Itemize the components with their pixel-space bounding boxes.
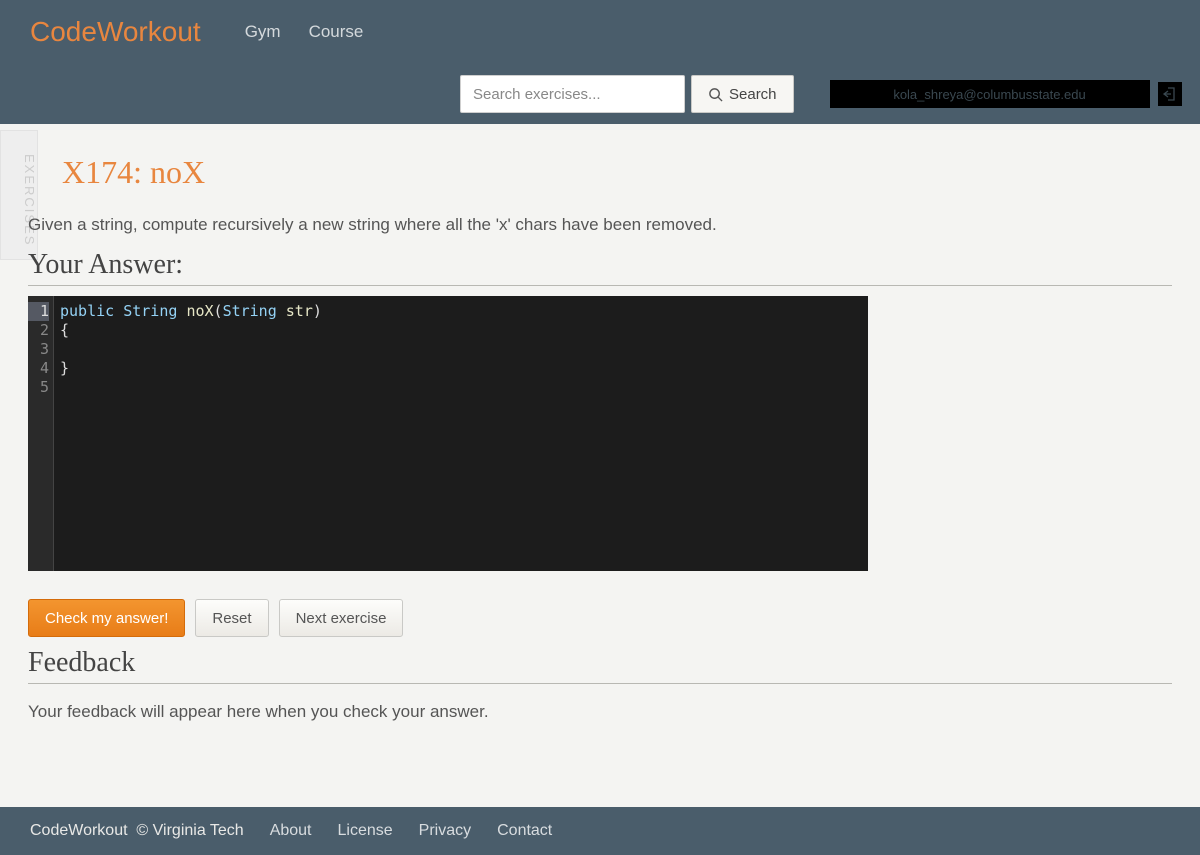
footer-contact[interactable]: Contact — [497, 822, 552, 840]
line-number: 1 — [28, 302, 49, 321]
search-input[interactable] — [460, 75, 685, 113]
editor-gutter: 1 2 3 4 5 — [28, 296, 54, 571]
search-bar: Search kola_shreya@columbusstate.edu — [0, 64, 1200, 124]
answer-header: Your Answer: — [28, 249, 1172, 286]
nav-gym[interactable]: Gym — [245, 22, 281, 42]
code-token: { — [60, 321, 69, 339]
top-navbar: CodeWorkout Gym Course — [0, 0, 1200, 64]
footer-privacy[interactable]: Privacy — [419, 822, 471, 840]
nav-course[interactable]: Course — [309, 22, 364, 42]
main-content: X174: noX Given a string, compute recurs… — [0, 124, 1200, 722]
code-token: } — [60, 359, 69, 377]
logout-icon[interactable] — [1158, 82, 1182, 106]
code-token: str — [286, 302, 313, 320]
user-area: kola_shreya@columbusstate.edu — [830, 80, 1182, 108]
feedback-header: Feedback — [28, 647, 1172, 684]
next-exercise-button[interactable]: Next exercise — [279, 599, 404, 637]
line-number: 2 — [40, 321, 49, 339]
code-token: String — [123, 302, 177, 320]
search-button[interactable]: Search — [691, 75, 794, 113]
footer-brand: CodeWorkout © Virginia Tech — [30, 822, 244, 840]
code-area[interactable]: public String noX(String str) { } — [54, 296, 328, 571]
search-button-label: Search — [729, 86, 777, 103]
user-email-masked: kola_shreya@columbusstate.edu — [830, 80, 1150, 108]
code-token: ) — [313, 302, 322, 320]
feedback-text: Your feedback will appear here when you … — [28, 702, 1172, 722]
exercise-title: X174: noX — [62, 154, 1172, 191]
line-number: 5 — [40, 378, 49, 396]
code-token: ( — [214, 302, 223, 320]
footer: CodeWorkout © Virginia Tech About Licens… — [0, 807, 1200, 855]
exercise-description: Given a string, compute recursively a ne… — [28, 215, 1172, 235]
code-token: String — [223, 302, 277, 320]
brand-logo[interactable]: CodeWorkout — [30, 16, 201, 48]
code-editor[interactable]: 1 2 3 4 5 public String noX(String str) … — [28, 296, 868, 571]
code-token: public — [60, 302, 114, 320]
footer-about[interactable]: About — [270, 822, 312, 840]
footer-license[interactable]: License — [338, 822, 393, 840]
check-answer-button[interactable]: Check my answer! — [28, 599, 185, 637]
search-icon — [708, 87, 723, 102]
button-row: Check my answer! Reset Next exercise — [28, 599, 1172, 637]
code-token: noX — [186, 302, 213, 320]
line-number: 4 — [40, 359, 49, 377]
line-number: 3 — [40, 340, 49, 358]
reset-button[interactable]: Reset — [195, 599, 268, 637]
